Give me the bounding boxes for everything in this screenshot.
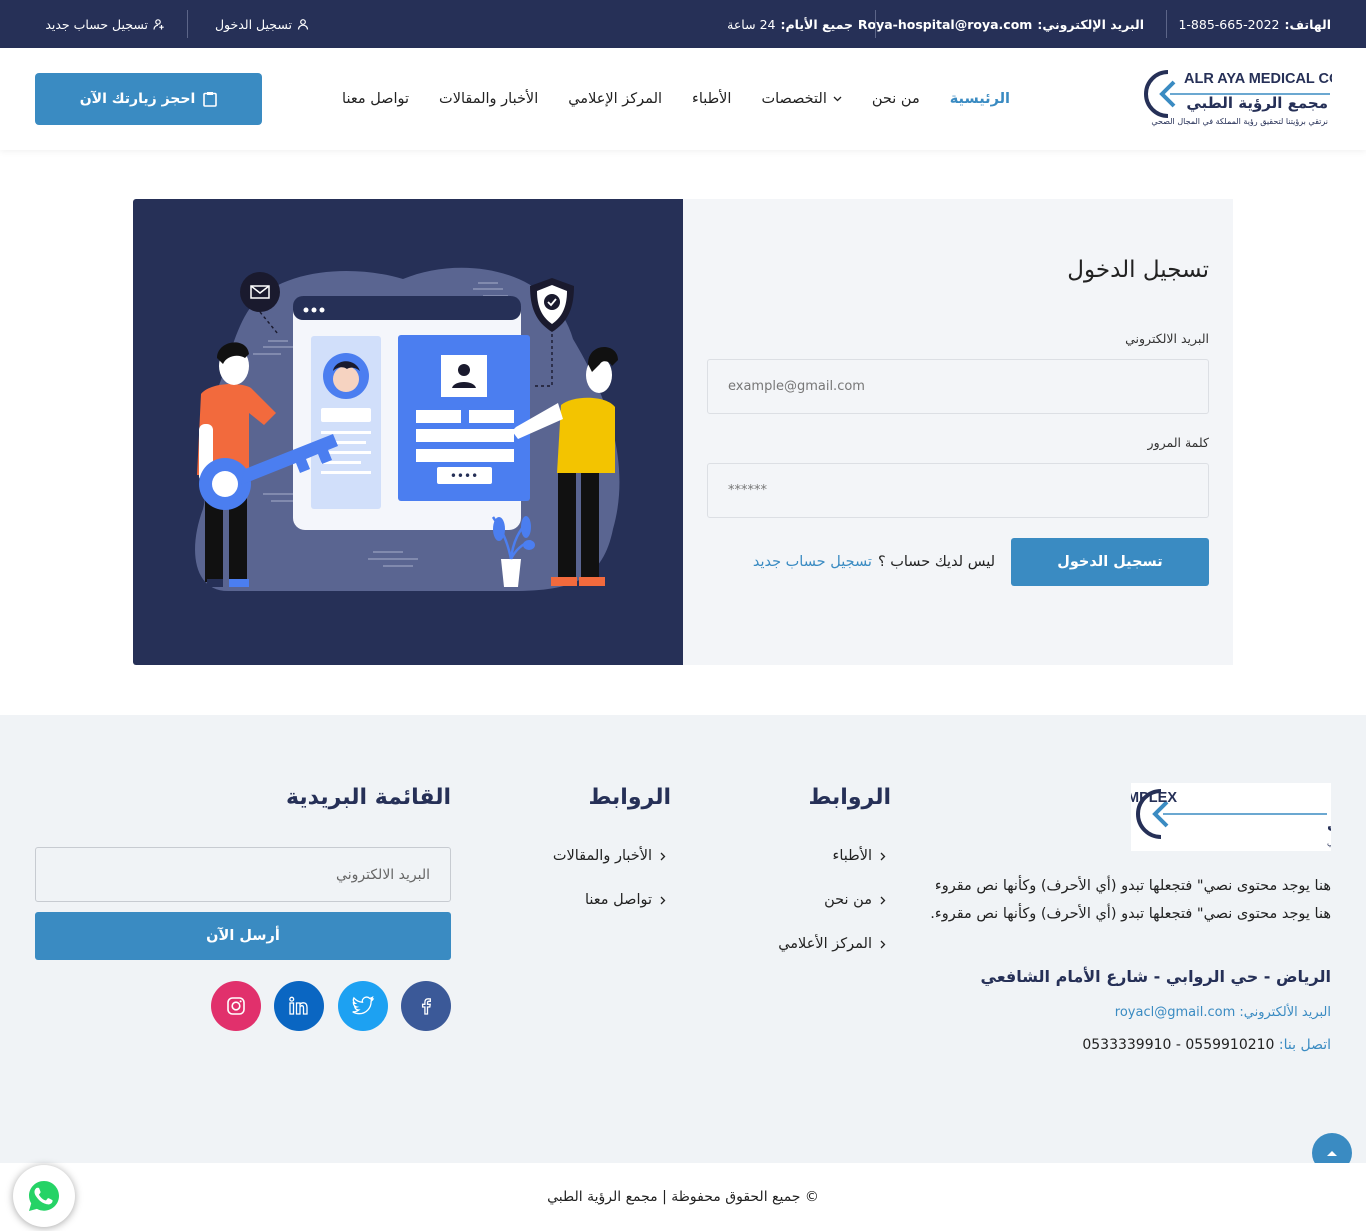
nav-specialties[interactable]: التخصصات xyxy=(761,91,842,107)
book-visit-button[interactable]: احجز زيارتك الآن xyxy=(35,73,262,125)
password-field[interactable] xyxy=(707,463,1209,518)
chevron-up-icon xyxy=(1327,1151,1337,1156)
newsletter-submit-button[interactable]: أرسل الآن xyxy=(35,912,451,960)
svg-text:••••: •••• xyxy=(450,469,478,483)
facebook-button[interactable] xyxy=(401,981,451,1031)
footer-link-media[interactable]: المركز الأعلامي xyxy=(778,936,886,952)
main-header: ALR AYA MEDICAL COMPLEX مجمع الرؤية الطب… xyxy=(0,48,1366,150)
facebook-icon xyxy=(421,998,431,1015)
no-account-prompt: ليس لديك حساب ؟ تسجيل حساب جديد xyxy=(753,538,995,586)
instagram-icon xyxy=(227,997,245,1015)
copyright-bar: © جميع الحقوق محفوظة | مجمع الرؤية الطبي xyxy=(0,1163,1366,1231)
twitter-button[interactable] xyxy=(338,981,388,1031)
instagram-button[interactable] xyxy=(211,981,261,1031)
topbar-days-value: 24 ساعة xyxy=(727,16,776,32)
top-bar: الهاتف: 1-885-665-2022 البريد الإلكتروني… xyxy=(0,0,1366,48)
footer-links-title: الروابط xyxy=(588,785,671,810)
nav-about[interactable]: من نحن xyxy=(872,91,920,107)
logo-mark: ALR AYA MEDICAL COMPLEX مجمع الرؤية الطب… xyxy=(1144,70,1366,126)
footer-email-key: البريد الألكتروني: xyxy=(1239,1005,1331,1020)
login-illustration: •••• xyxy=(133,199,683,665)
login-illustration-art: •••• xyxy=(195,267,620,591)
topbar-email-key: البريد الإلكتروني: xyxy=(1037,16,1144,32)
nav-specialties-label: التخصصات xyxy=(761,91,827,107)
footer-logo-tagline: نرتقي برؤيتنا لتحقيق رؤية المملكة في الم… xyxy=(1327,838,1331,847)
footer-email: البريد الألكتروني: royacl@gmail.com xyxy=(1115,1005,1331,1020)
topbar-days-key: جميع الأيام: xyxy=(780,16,853,32)
linkedin-button[interactable] xyxy=(274,981,324,1031)
site-footer: ALR AYA MEDICAL COMPLEX مجمع الرؤية الطب… xyxy=(0,715,1366,1163)
logo-arabic: مجمع الرؤية الطبي xyxy=(1186,94,1328,112)
nav-contact[interactable]: تواصل معنا xyxy=(342,91,409,107)
topbar-register-label: تسجيل حساب جديد xyxy=(45,16,148,32)
logo-tagline: نرتقي برؤيتنا لتحقيق رؤية المملكة في الم… xyxy=(1151,117,1328,126)
whatsapp-icon xyxy=(29,1181,59,1211)
login-card: •••• تسجيل الدخول البريد الالكتروني exam… xyxy=(133,199,1233,665)
footer-phone-key: اتصل بنا: xyxy=(1278,1037,1331,1053)
email-field[interactable] xyxy=(707,359,1209,414)
footer-logo[interactable]: ALR AYA MEDICAL COMPLEX مجمع الرؤية الطب… xyxy=(971,783,1366,851)
newsletter-title: القائمة البريدية xyxy=(286,785,451,810)
footer-link-doctors[interactable]: الأطباء xyxy=(833,848,886,864)
footer-link-label: الأخبار والمقالات xyxy=(552,848,652,864)
topbar-register-link[interactable]: تسجيل حساب جديد xyxy=(45,0,165,48)
footer-link-label: تواصل معنا xyxy=(584,892,652,908)
footer-link-about[interactable]: من نحن xyxy=(824,892,886,908)
topbar-hours: جميع الأيام: 24 ساعة xyxy=(727,0,853,48)
footer-address: الرياض - حي الروابي - شارع الأمام الشافع… xyxy=(980,967,1331,986)
no-account-text: ليس لديك حساب ؟ xyxy=(877,554,995,570)
footer-link-label: من نحن xyxy=(824,892,872,908)
topbar-phone: الهاتف: 1-885-665-2022 xyxy=(1178,0,1331,48)
book-visit-label: احجز زيارتك الآن xyxy=(79,91,196,107)
login-submit-button[interactable]: تسجيل الدخول xyxy=(1011,538,1209,586)
chevron-down-icon xyxy=(833,96,842,102)
user-plus-icon xyxy=(153,19,164,30)
password-label: كلمة المرور xyxy=(1147,435,1209,450)
topbar-phone-key: الهاتف: xyxy=(1284,16,1331,32)
topbar-divider xyxy=(875,10,876,38)
topbar-email-value: Roya-hospital@roya.com xyxy=(857,16,1033,32)
newsletter-email-input[interactable] xyxy=(35,847,451,902)
footer-link-label: الأطباء xyxy=(832,848,872,864)
twitter-icon xyxy=(352,996,375,1015)
nav-media[interactable]: المركز الإعلامي xyxy=(568,91,662,107)
topbar-email: البريد الإلكتروني: Roya-hospital@roya.co… xyxy=(858,0,1144,48)
login-title: تسجيل الدخول xyxy=(1067,257,1209,283)
nav-doctors[interactable]: الأطباء xyxy=(692,91,731,107)
main-nav: الرئيسية من نحن التخصصات الأطباء المركز … xyxy=(342,48,1010,150)
linkedin-icon xyxy=(289,996,308,1015)
footer-link-news[interactable]: الأخبار والمقالات xyxy=(553,848,666,864)
footer-email-link[interactable]: royacl@gmail.com xyxy=(1115,1005,1235,1020)
whatsapp-button[interactable] xyxy=(13,1165,75,1227)
site-logo[interactable]: ALR AYA MEDICAL COMPLEX مجمع الرؤية الطب… xyxy=(1140,66,1366,130)
chevron-right-icon xyxy=(880,896,886,904)
footer-logo-mark: ALR AYA MEDICAL COMPLEX مجمع الرؤية الطب… xyxy=(971,789,1366,847)
register-link[interactable]: تسجيل حساب جديد xyxy=(753,554,872,570)
footer-about-text: هنا يوجد محتوى نصي" فتجعلها تبدو (أي الأ… xyxy=(930,878,1331,922)
topbar-phone-value: 1-885-665-2022 xyxy=(1178,16,1280,32)
footer-phone-value: 0559910210 - 0533339910 xyxy=(1082,1037,1275,1053)
chevron-right-icon xyxy=(660,896,666,904)
footer-phone: اتصل بنا: 0559910210 - 0533339910 xyxy=(1082,1037,1331,1053)
copyright-text: © جميع الحقوق محفوظة | مجمع الرؤية الطبي xyxy=(547,1189,819,1205)
nav-home[interactable]: الرئيسية xyxy=(950,91,1010,107)
footer-link-label: المركز الأعلامي xyxy=(778,936,872,952)
logo-english: ALR AYA MEDICAL COMPLEX xyxy=(1184,71,1332,87)
topbar-divider xyxy=(187,10,188,38)
chevron-right-icon xyxy=(880,940,886,948)
user-icon xyxy=(297,19,309,30)
chevron-right-icon xyxy=(660,852,666,860)
chevron-right-icon xyxy=(880,852,886,860)
nav-news[interactable]: الأخبار والمقالات xyxy=(439,91,538,107)
footer-logo-english: ALR AYA MEDICAL COMPLEX xyxy=(1131,790,1177,806)
footer-links-title: الروابط xyxy=(808,785,891,810)
login-form: تسجيل الدخول البريد الالكتروني كلمة المر… xyxy=(683,199,1233,665)
footer-link-contact[interactable]: تواصل معنا xyxy=(585,892,666,908)
topbar-login-link[interactable]: تسجيل الدخول xyxy=(215,0,309,48)
topbar-divider xyxy=(1166,10,1167,38)
email-label: البريد الالكتروني xyxy=(1125,331,1209,346)
clipboard-icon xyxy=(203,92,218,107)
footer-logo-arabic: مجمع الرؤية الطبي xyxy=(1327,815,1331,833)
topbar-login-label: تسجيل الدخول xyxy=(214,16,292,32)
